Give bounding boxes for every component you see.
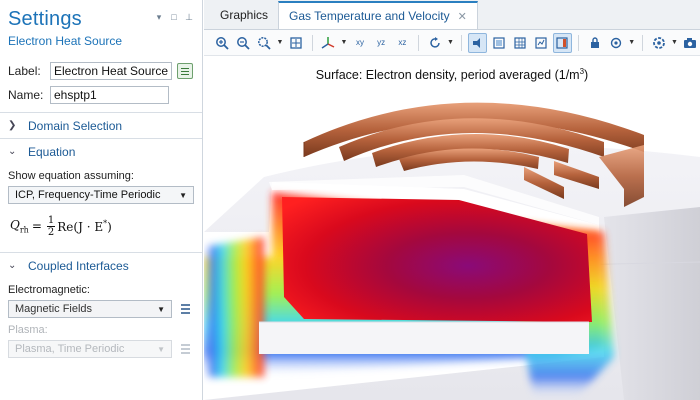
rotate-icon[interactable] — [425, 33, 444, 53]
section-coupled-interfaces[interactable]: ⌄ Coupled Interfaces — [0, 252, 202, 278]
electromagnetic-label: Electromagnetic: — [8, 284, 90, 296]
dropdown-caret-icon: ▼ — [179, 190, 187, 200]
scene-light-icon[interactable] — [467, 32, 488, 53]
plot-title: Surface: Electron density, period averag… — [315, 67, 589, 83]
toolbar-separator — [311, 34, 313, 51]
view-yz-icon[interactable]: yz — [372, 33, 391, 53]
dropdown-caret-icon: ▼ — [157, 344, 165, 354]
toolbar-separator — [578, 34, 579, 51]
plasma-select[interactable]: Plasma, Time Periodic ▼ — [8, 340, 172, 358]
wireframe-icon[interactable] — [510, 33, 529, 53]
dropdown-caret-icon: ▼ — [157, 304, 165, 314]
label-input[interactable] — [50, 62, 172, 80]
study-type-select[interactable]: ICP, Frequency-Time Periodic ▼ — [8, 186, 194, 204]
zoom-menu-caret-icon[interactable]: ▼ — [276, 33, 285, 53]
plasma-label: Plasma: — [8, 324, 48, 336]
zoom-in-icon[interactable] — [212, 33, 231, 53]
restore-icon[interactable]: □ — [169, 12, 179, 22]
settings-subtitle: Electron Heat Source — [8, 34, 123, 48]
settings-header: Settings Electron Heat Source ▾ □ ⊥ — [0, 0, 202, 58]
chevron-down-icon: ⌄ — [8, 146, 17, 157]
study-type-value: ICP, Frequency-Time Periodic — [15, 189, 161, 201]
plasma-row: Plasma, Time Periodic ▼ — [8, 340, 194, 358]
camera-settings-icon[interactable] — [606, 33, 625, 53]
list-icon — [181, 70, 189, 72]
show-equation-label: Show equation assuming: — [8, 170, 134, 182]
section-domain-selection[interactable]: ❯ Domain Selection — [0, 112, 202, 138]
section-equation[interactable]: ⌄ Equation — [0, 138, 202, 164]
window-controls: ▾ □ ⊥ — [154, 12, 194, 22]
name-row: Name: — [0, 84, 202, 106]
bottom-fade — [0, 360, 202, 400]
graphics-canvas[interactable]: Surface: Electron density, period averag… — [204, 57, 700, 400]
eq-fraction: 1 2 — [46, 214, 56, 238]
camera-menu-caret-icon[interactable]: ▼ — [627, 33, 636, 53]
eq-rhs: Re(J · E*) — [57, 218, 112, 234]
transparency-icon[interactable] — [489, 33, 508, 53]
screenshot-camera-icon[interactable] — [681, 33, 700, 53]
electromagnetic-select[interactable]: Magnetic Fields ▼ — [8, 300, 172, 318]
axis-orientation-icon[interactable] — [318, 33, 337, 53]
tab-bar: Graphics Gas Temperature and Velocity ✕ — [204, 0, 700, 30]
tab-label: Graphics — [220, 8, 269, 22]
toolbar-separator — [417, 34, 419, 51]
section-label: Equation — [28, 144, 76, 159]
section-label: Domain Selection — [28, 118, 123, 133]
eq-equals: = — [31, 219, 42, 233]
equation-body: Show equation assuming: ICP, Frequency-T… — [0, 164, 202, 248]
go-to-source-icon[interactable] — [178, 301, 194, 317]
label-row: Label: — [0, 60, 202, 82]
pin-icon[interactable]: ⊥ — [184, 12, 194, 22]
zoom-box-icon[interactable] — [254, 33, 273, 53]
tab-label: Gas Temperature and Velocity — [289, 9, 450, 23]
plasma-value: Plasma, Time Periodic — [15, 343, 125, 355]
chamber-base — [259, 322, 589, 354]
zoom-extents-icon[interactable] — [286, 33, 305, 53]
zoom-out-icon[interactable] — [233, 33, 252, 53]
rotate-menu-caret-icon[interactable]: ▼ — [446, 33, 455, 53]
render-menu-caret-icon[interactable]: ▼ — [670, 33, 679, 53]
settings-panel: Settings Electron Heat Source ▾ □ ⊥ Labe… — [0, 0, 203, 400]
label-caption: Label: — [8, 64, 41, 78]
view-xy-icon[interactable]: xy — [350, 33, 369, 53]
toolbar-separator — [460, 34, 462, 51]
graphics-toolbar: ▼ ▼ xy yz xz ▼ ▼ ▼ — [204, 30, 700, 56]
chevron-down-icon: ⌄ — [8, 260, 17, 271]
plasma-scene — [204, 102, 700, 400]
show-legend-icon[interactable] — [552, 32, 572, 53]
view-xz-icon[interactable]: xz — [393, 33, 412, 53]
orientation-menu-caret-icon[interactable]: ▼ — [340, 33, 349, 53]
equation-display: Qrh = 1 2 Re(J · E*) — [10, 212, 194, 240]
electromagnetic-row: Magnetic Fields ▼ — [8, 300, 194, 318]
chevron-right-icon: ❯ — [8, 120, 17, 131]
section-label: Coupled Interfaces — [28, 258, 129, 273]
toolbar-separator — [642, 34, 643, 51]
coupled-body: Electromagnetic: Magnetic Fields ▼ Plasm… — [0, 278, 202, 362]
edit-label-button[interactable] — [177, 63, 193, 79]
electromagnetic-value: Magnetic Fields — [15, 303, 93, 315]
show-grid-icon[interactable] — [531, 33, 550, 53]
tab-graphics[interactable]: Graphics — [210, 1, 278, 29]
lock-icon[interactable] — [585, 33, 604, 53]
go-to-source-icon[interactable] — [178, 341, 194, 357]
tab-gas-temperature-velocity[interactable]: Gas Temperature and Velocity ✕ — [278, 1, 478, 29]
name-input[interactable] — [50, 86, 169, 104]
render-settings-icon[interactable] — [649, 33, 668, 53]
graphics-panel: Graphics Gas Temperature and Velocity ✕ … — [204, 0, 700, 400]
name-caption: Name: — [8, 88, 44, 102]
close-icon[interactable]: ✕ — [458, 10, 467, 23]
eq-lhs: Qrh — [10, 217, 29, 235]
menu-chevron-icon[interactable]: ▾ — [154, 12, 164, 22]
